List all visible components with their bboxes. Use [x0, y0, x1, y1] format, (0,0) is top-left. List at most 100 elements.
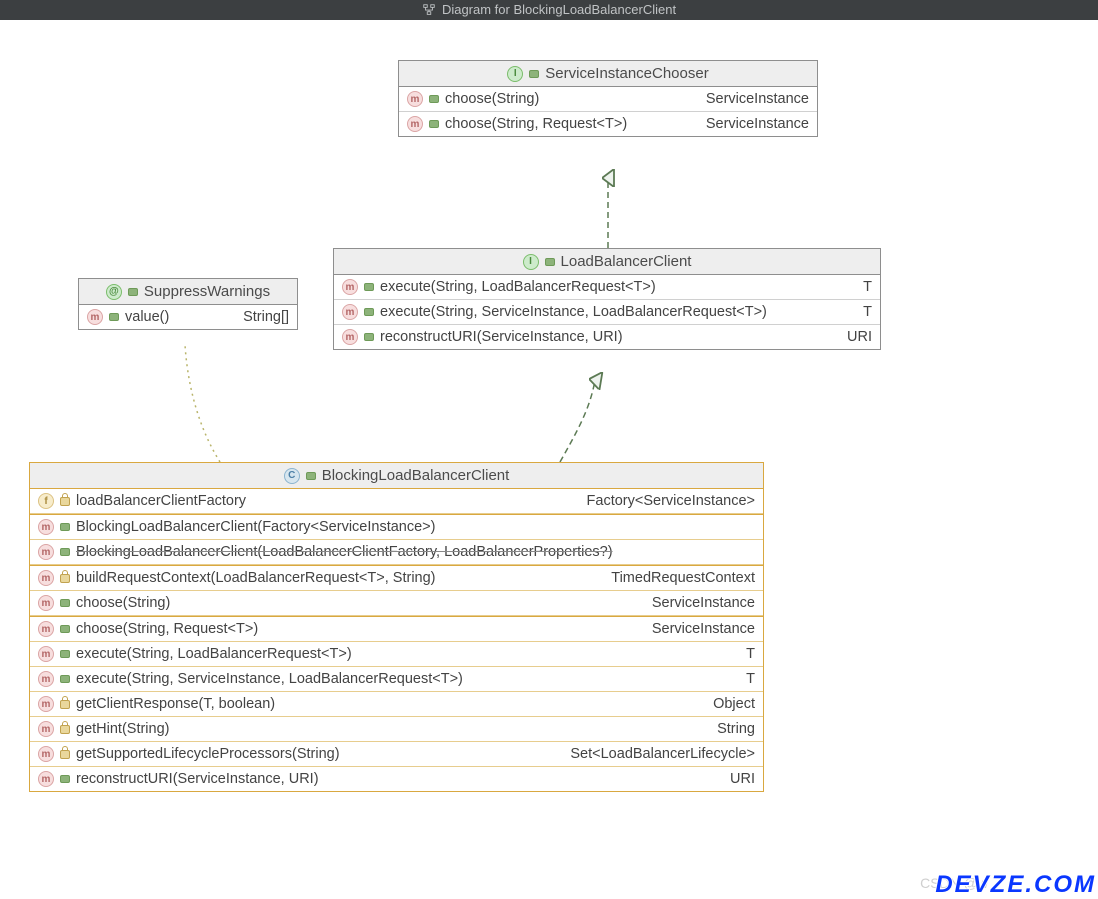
member-signature: getHint(String): [76, 721, 169, 737]
member-signature: choose(String, Request<T>): [76, 621, 258, 637]
member-row[interactable]: mreconstructURI(ServiceInstance, URI)URI: [30, 767, 763, 791]
class-header: @ SuppressWarnings: [79, 279, 297, 305]
watermark-site: DEVZE.COM: [935, 871, 1096, 899]
visibility-public-icon: [429, 95, 439, 103]
visibility-public-icon: [545, 258, 555, 266]
member-return-type: T: [732, 671, 755, 687]
visibility-public-icon: [364, 308, 374, 316]
member-signature: getClientResponse(T, boolean): [76, 696, 275, 712]
m-icon: m: [38, 519, 54, 535]
member-return-type: T: [849, 279, 872, 295]
interface-icon: I: [523, 254, 539, 270]
m-icon: m: [342, 304, 358, 320]
m-icon: m: [342, 329, 358, 345]
m-icon: m: [38, 721, 54, 737]
member-row[interactable]: m getSupportedLifecycleProcessors(String)…: [30, 742, 763, 767]
member-signature: getSupportedLifecycleProcessors(String): [76, 746, 340, 762]
visibility-public-icon: [429, 120, 439, 128]
visibility-private-icon: [60, 725, 70, 734]
class-name: BlockingLoadBalancerClient: [322, 467, 510, 484]
member-signature: execute(String, LoadBalancerRequest<T>): [380, 279, 656, 295]
member-row[interactable]: m getHint(String) String: [30, 717, 763, 742]
m-icon: m: [38, 671, 54, 687]
member-signature: choose(String, Request<T>): [445, 116, 627, 132]
member-return-type: TimedRequestContext: [597, 570, 755, 586]
visibility-public-icon: [364, 283, 374, 291]
m-icon: m: [38, 696, 54, 712]
m-icon: m: [407, 91, 423, 107]
class-box-blocking-load-balancer-client[interactable]: C BlockingLoadBalancerClient f loadBalanc…: [29, 462, 764, 792]
m-icon: m: [407, 116, 423, 132]
member-return-type: ServiceInstance: [638, 595, 755, 611]
member-return-type: URI: [716, 771, 755, 787]
class-header: I ServiceInstanceChooser: [399, 61, 817, 87]
member-row[interactable]: mvalue()String[]: [79, 305, 297, 329]
member-row[interactable]: mchoose(String, Request<T>)ServiceInstan…: [30, 616, 763, 642]
member-signature: execute(String, ServiceInstance, LoadBal…: [380, 304, 767, 320]
visibility-private-icon: [60, 700, 70, 709]
member-signature: value(): [125, 309, 169, 325]
member-signature: execute(String, ServiceInstance, LoadBal…: [76, 671, 463, 687]
m-icon: m: [38, 595, 54, 611]
annotation-icon: @: [106, 284, 122, 300]
visibility-private-icon: [60, 574, 70, 583]
class-icon: C: [284, 468, 300, 484]
visibility-public-icon: [109, 313, 119, 321]
member-row[interactable]: m BlockingLoadBalancerClient(Factory<Serv…: [30, 514, 763, 540]
member-return-type: URI: [833, 329, 872, 345]
member-row[interactable]: f loadBalancerClientFactory Factory<Servic…: [30, 489, 763, 514]
m-icon: m: [38, 544, 54, 560]
class-name: LoadBalancerClient: [561, 253, 692, 270]
member-signature: BlockingLoadBalancerClient(Factory<Servi…: [76, 519, 435, 535]
f-icon: f: [38, 493, 54, 509]
member-return-type: T: [849, 304, 872, 320]
visibility-private-icon: [60, 750, 70, 759]
class-name: ServiceInstanceChooser: [545, 65, 708, 82]
member-row[interactable]: m choose(String) ServiceInstance: [30, 591, 763, 616]
visibility-public-icon: [529, 70, 539, 78]
visibility-public-icon: [128, 288, 138, 296]
window-title: Diagram for BlockingLoadBalancerClient: [442, 0, 676, 20]
class-header: C BlockingLoadBalancerClient: [30, 463, 763, 489]
member-signature: choose(String): [445, 91, 539, 107]
m-icon: m: [38, 746, 54, 762]
member-row[interactable]: mchoose(String)ServiceInstance: [399, 87, 817, 112]
m-icon: m: [38, 570, 54, 586]
member-row[interactable]: m BlockingLoadBalancerClient(LoadBalancer…: [30, 540, 763, 565]
class-box-load-balancer-client[interactable]: I LoadBalancerClient m execute(String, Lo…: [333, 248, 881, 350]
member-signature: loadBalancerClientFactory: [76, 493, 246, 509]
class-header: I LoadBalancerClient: [334, 249, 880, 275]
member-row[interactable]: mreconstructURI(ServiceInstance, URI)URI: [334, 325, 880, 349]
member-return-type: T: [732, 646, 755, 662]
class-name: SuppressWarnings: [144, 283, 270, 300]
visibility-public-icon: [60, 523, 70, 531]
class-box-service-instance-chooser[interactable]: I ServiceInstanceChooser m choose(String)…: [398, 60, 818, 137]
m-icon: m: [38, 646, 54, 662]
visibility-public-icon: [364, 333, 374, 341]
m-icon: m: [38, 621, 54, 637]
member-row[interactable]: m execute(String, ServiceInstance, LoadBa…: [334, 300, 880, 325]
visibility-public-icon: [306, 472, 316, 480]
member-return-type: ServiceInstance: [692, 116, 809, 132]
member-row[interactable]: m execute(String, ServiceInstance, LoadBa…: [30, 667, 763, 692]
interface-icon: I: [507, 66, 523, 82]
member-row[interactable]: mexecute(String, LoadBalancerRequest<T>)…: [30, 642, 763, 667]
member-signature: choose(String): [76, 595, 170, 611]
member-signature: buildRequestContext(LoadBalancerRequest<…: [76, 570, 436, 586]
visibility-public-icon: [60, 650, 70, 658]
member-signature: BlockingLoadBalancerClient(LoadBalancerC…: [76, 544, 613, 560]
m-icon: m: [342, 279, 358, 295]
visibility-public-icon: [60, 675, 70, 683]
member-row[interactable]: m buildRequestContext(LoadBalancerRequest…: [30, 565, 763, 591]
member-return-type: Set<LoadBalancerLifecycle>: [556, 746, 755, 762]
diagram-canvas[interactable]: I ServiceInstanceChooser m choose(String)…: [0, 20, 1098, 897]
class-box-suppress-warnings[interactable]: @ SuppressWarnings mvalue()String[]: [78, 278, 298, 330]
member-row[interactable]: m execute(String, LoadBalancerRequest<T>)…: [334, 275, 880, 300]
diagram-title-icon: [422, 3, 436, 17]
member-return-type: String: [703, 721, 755, 737]
member-return-type: Factory<ServiceInstance>: [573, 493, 755, 509]
member-return-type: String[]: [229, 309, 289, 325]
member-return-type: Object: [699, 696, 755, 712]
member-row[interactable]: m choose(String, Request<T>) ServiceInstan…: [399, 112, 817, 136]
member-row[interactable]: m getClientResponse(T, boolean) Object: [30, 692, 763, 717]
